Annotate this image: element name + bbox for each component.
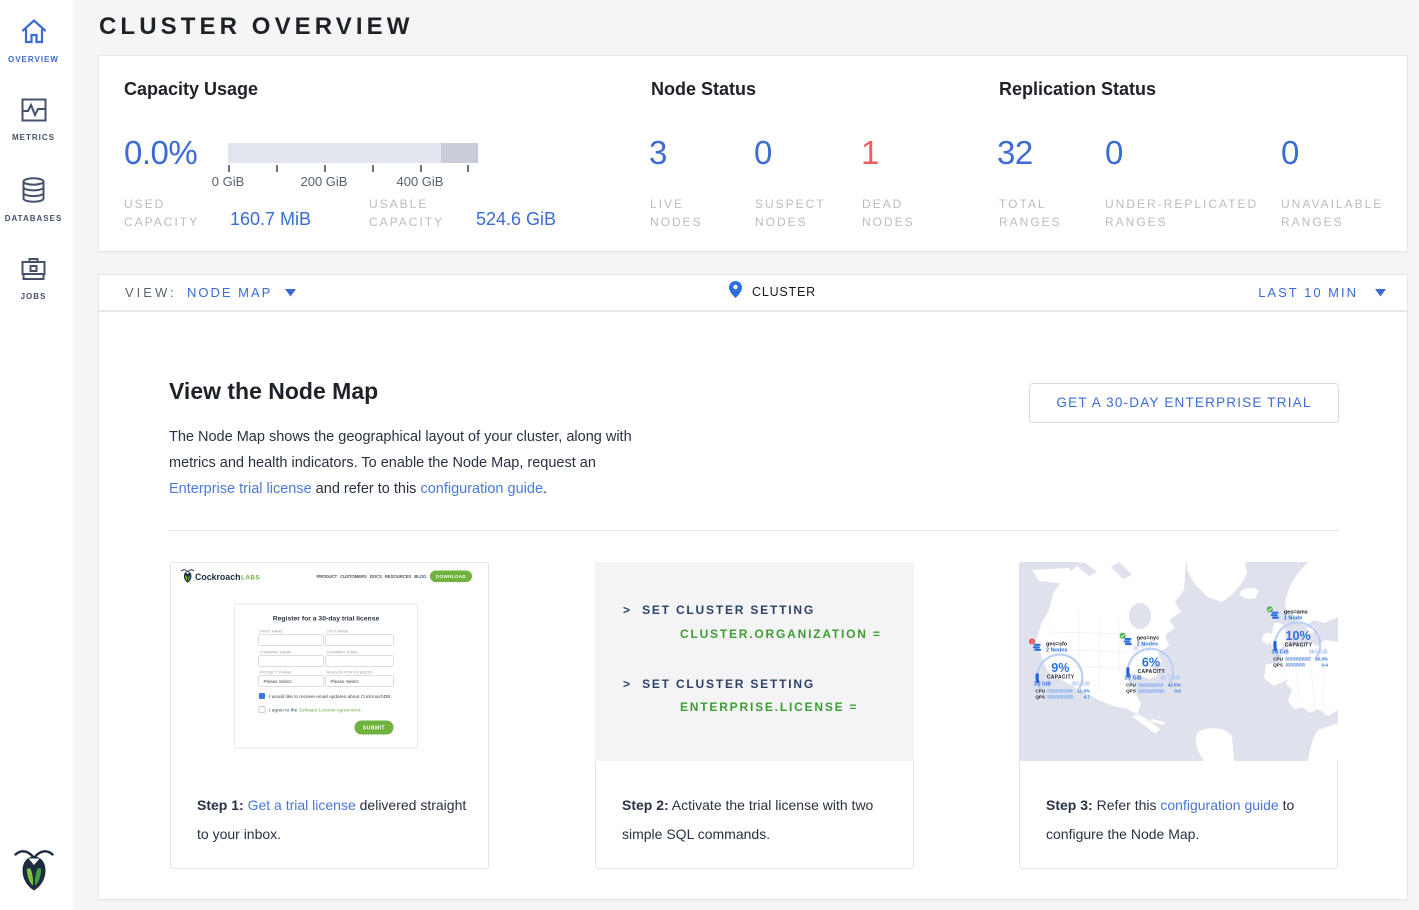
svg-text:QPS: QPS [1035, 694, 1045, 699]
svg-text:PROJECT PHASE: PROJECT PHASE [260, 670, 293, 675]
svg-text:3.2 GiB: 3.2 GiB [1034, 681, 1052, 687]
svg-text:CAPACITY: CAPACITY [1285, 643, 1313, 649]
svg-text:FIRST NAME: FIRST NAME [260, 629, 284, 634]
svg-text:0.4: 0.4 [1322, 662, 1329, 667]
svg-text:CPU: CPU [1273, 656, 1283, 661]
svg-text:364 GiB: 364 GiB [1309, 649, 1328, 655]
svg-text:I would like to receive email: I would like to receive email updates ab… [269, 694, 392, 700]
svg-text:2 Nodes: 2 Nodes [1137, 642, 1158, 648]
svg-text:1 Node: 1 Node [1284, 615, 1302, 621]
svg-text:Register for a 30-day trial li: Register for a 30-day trial license [273, 616, 380, 623]
svg-text:10%: 10% [1285, 629, 1310, 643]
svg-text:42.5%: 42.5% [1168, 683, 1181, 688]
svg-text:DOWNLOAD: DOWNLOAD [436, 574, 467, 579]
svg-text:QPS: QPS [1126, 689, 1136, 694]
svg-text:I agree to the Software Licens: I agree to the Software License Agreemen… [269, 707, 361, 713]
svg-text:Cockroach: Cockroach [195, 572, 240, 582]
svg-text:3.7 GiB: 3.7 GiB [1124, 676, 1142, 682]
svg-text:CAPACITY: CAPACITY [1047, 675, 1075, 681]
svg-text:3.6 GiB: 3.6 GiB [1272, 649, 1290, 655]
svg-text:LAST NAME: LAST NAME [327, 629, 349, 634]
svg-text:PRODUCT CUSTOMERS DOCS R: PRODUCT CUSTOMERS DOCS RESOURCES BLOG [317, 574, 427, 579]
svg-text:11.0%: 11.0% [1077, 689, 1090, 694]
svg-text:0.0: 0.0 [1174, 689, 1181, 694]
svg-text:CAPACITY: CAPACITY [1138, 669, 1166, 675]
svg-text:43.7 GiB: 43.7 GiB [1160, 676, 1180, 682]
svg-text:CPU: CPU [1035, 689, 1045, 694]
svg-text:58.3%: 58.3% [1315, 656, 1328, 661]
svg-text:COMPANY EMAIL: COMPANY EMAIL [327, 650, 360, 655]
svg-text:REASON FOR INTEREST: REASON FOR INTEREST [327, 670, 374, 675]
svg-text:351 GiB: 351 GiB [1071, 681, 1090, 687]
svg-text:4.7: 4.7 [1084, 694, 1091, 699]
svg-text:COMPANY NAME: COMPANY NAME [260, 650, 292, 655]
svg-text:6%: 6% [1142, 655, 1160, 669]
svg-text:SUBMIT: SUBMIT [363, 725, 385, 731]
svg-text:QPS: QPS [1273, 662, 1283, 667]
svg-text:Please Select: Please Select [331, 679, 360, 684]
svg-text:Please Select: Please Select [264, 679, 293, 684]
svg-text:LABS: LABS [241, 575, 260, 582]
svg-text:2 Nodes: 2 Nodes [1046, 647, 1067, 653]
svg-text:CPU: CPU [1126, 683, 1136, 688]
svg-text:9%: 9% [1051, 661, 1069, 675]
